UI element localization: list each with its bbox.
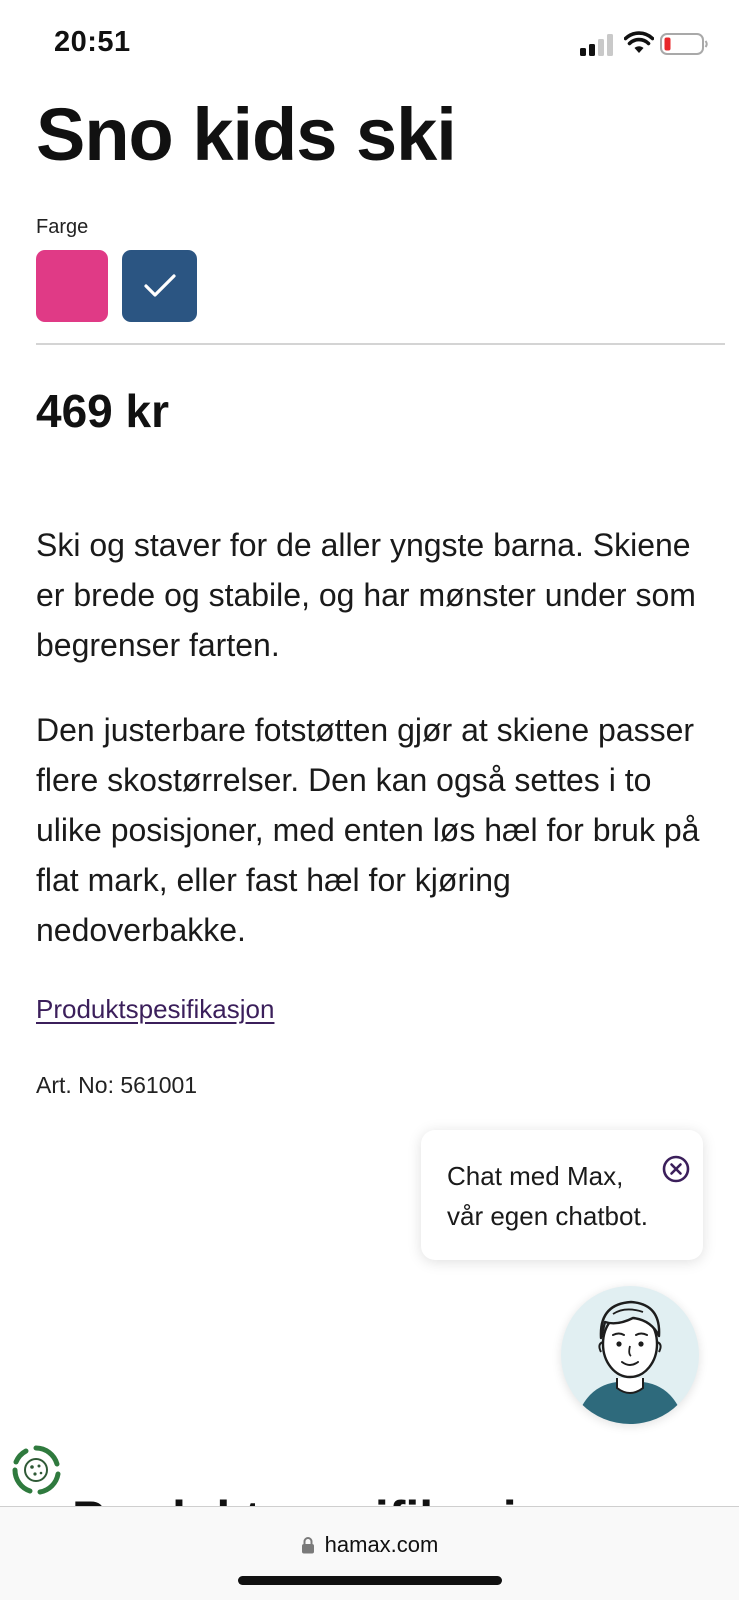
description-paragraph: Ski og staver for de aller yngste barna.… bbox=[36, 527, 696, 663]
close-icon[interactable] bbox=[661, 1154, 691, 1184]
chatbot-avatar-icon bbox=[575, 1300, 685, 1424]
lock-icon bbox=[301, 1537, 314, 1554]
chat-bubble-text: Chat med Max, vår egen chatbot. bbox=[447, 1156, 667, 1236]
article-number: Art. No: 561001 bbox=[36, 1072, 198, 1098]
chat-bubble[interactable]: Chat med Max, vår egen chatbot. bbox=[421, 1130, 703, 1260]
cookie-settings-icon[interactable] bbox=[10, 1444, 62, 1496]
checkmark-icon bbox=[143, 274, 176, 297]
wifi-icon bbox=[624, 31, 654, 53]
page-title: Sno kids ski bbox=[36, 93, 457, 176]
description-paragraph: Den justerbare fotstøtten gjør at skiene… bbox=[36, 712, 700, 948]
status-time: 20:51 bbox=[54, 26, 131, 58]
section-heading-text: Produktspesifikasjon bbox=[72, 1494, 632, 1506]
browser-address-bar[interactable]: hamax.com bbox=[0, 1506, 739, 1600]
home-indicator[interactable] bbox=[238, 1576, 502, 1585]
color-label: Farge bbox=[36, 216, 89, 238]
divider bbox=[36, 343, 725, 345]
price: 469 kr bbox=[36, 385, 170, 437]
status-bar: 20:51 bbox=[0, 0, 739, 90]
chat-bubble-line: vår egen chatbot. bbox=[447, 1201, 648, 1231]
chat-bubble-line: Chat med Max, bbox=[447, 1161, 624, 1191]
url-text: hamax.com bbox=[324, 1532, 439, 1557]
color-swatch-blue[interactable] bbox=[122, 250, 197, 322]
url-display[interactable]: hamax.com bbox=[0, 1532, 739, 1558]
battery-low-icon bbox=[660, 33, 708, 55]
color-swatch-pink[interactable] bbox=[36, 250, 108, 322]
product-description: Ski og staver for de aller yngste barna.… bbox=[36, 520, 726, 990]
chatbot-avatar-button[interactable] bbox=[561, 1286, 699, 1424]
product-spec-link[interactable]: Produktspesifikasjon bbox=[36, 994, 274, 1025]
section-heading-partial: Produktspesifikasjon bbox=[72, 1482, 632, 1506]
signal-icon bbox=[580, 34, 613, 56]
